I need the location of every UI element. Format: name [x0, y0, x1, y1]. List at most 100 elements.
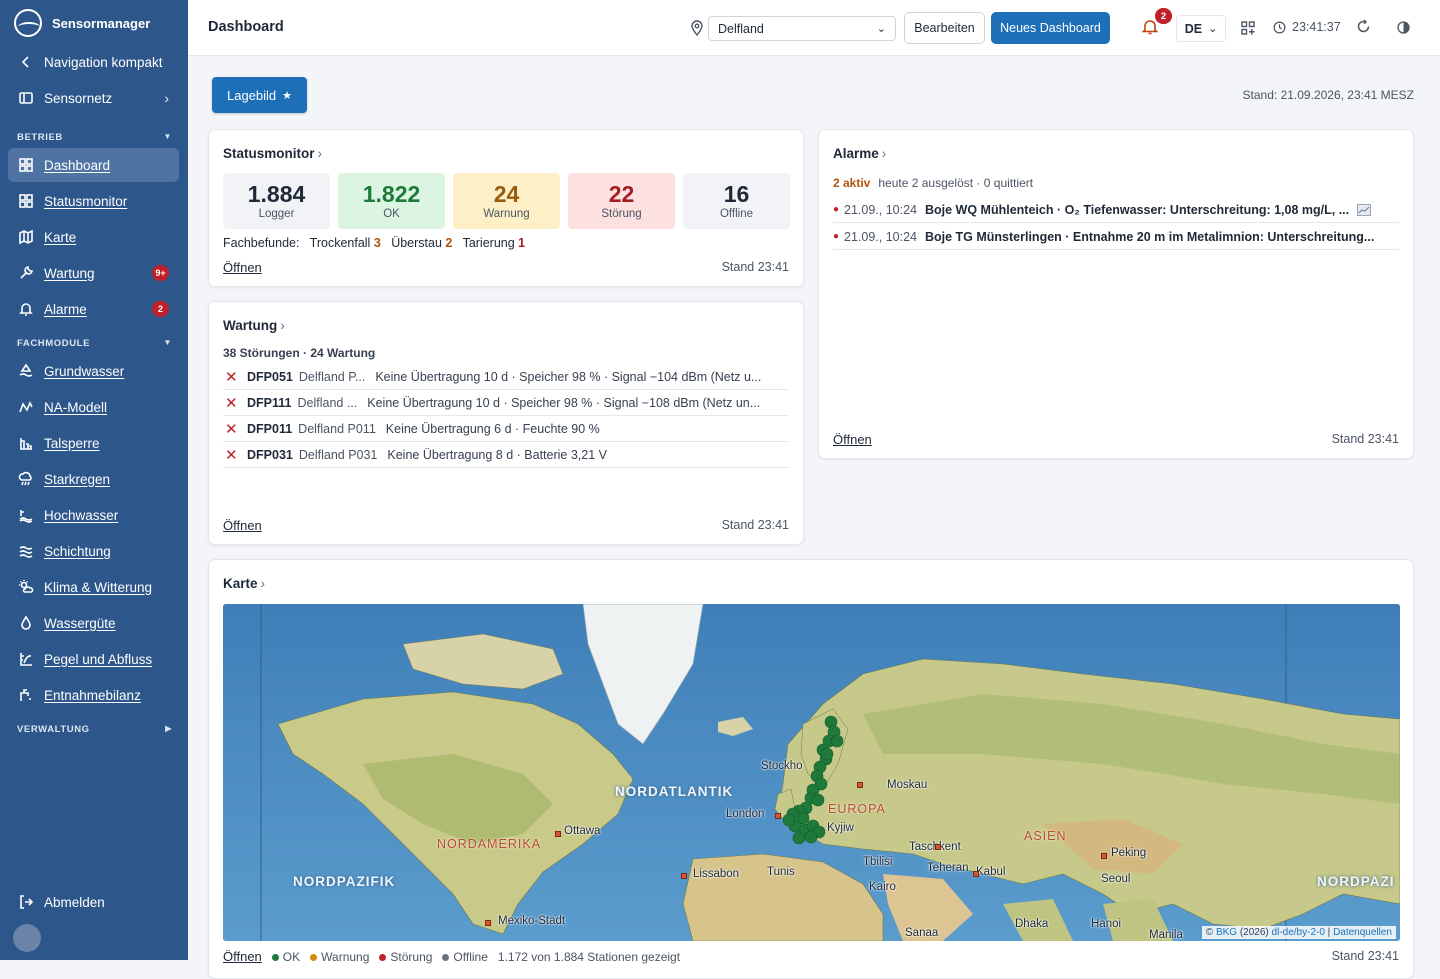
wartung-row[interactable]: ✕ DFP031 Delfland P031 Keine Übertragung 8 …: [223, 442, 789, 468]
sidebar-item-na-modell[interactable]: NA-Modell: [8, 390, 179, 424]
sidebar-item-label: Wassergüte: [44, 615, 116, 631]
kpi-value: 16: [723, 181, 750, 207]
sidebar-item-hochwasser[interactable]: Hochwasser: [8, 498, 179, 532]
language-value: DE: [1184, 21, 1203, 36]
legend-dot: [379, 953, 387, 961]
alarm-dot-icon: ●: [833, 231, 840, 242]
kpi-stoerung[interactable]: 22 Störung: [568, 173, 675, 229]
error-x-icon: ✕: [225, 394, 238, 412]
map-label-asien: ASIEN: [1024, 829, 1067, 843]
sidebar-item-dashboard[interactable]: Dashboard: [8, 148, 179, 182]
city-tunis: Tunis: [767, 866, 795, 878]
alarm-row[interactable]: ● 21.09., 10:24 Boje TG Münsterlingen · En…: [833, 224, 1399, 250]
error-x-icon: ✕: [225, 446, 238, 464]
contrast-toggle-icon[interactable]: [1397, 21, 1410, 34]
refresh-icon[interactable]: [1356, 19, 1371, 34]
brand[interactable]: Sensormanager: [14, 8, 150, 38]
nav-compact-toggle[interactable]: Navigation kompakt: [8, 45, 179, 79]
alarm-row[interactable]: ● 21.09., 10:24 Boje WQ Mühlenteich · O₂ T…: [833, 197, 1399, 223]
sidebar-item-pegel[interactable]: Pegel und Abfluss: [8, 642, 179, 676]
sidebar-item-wartung[interactable]: Wartung 9+: [8, 256, 179, 290]
card-title[interactable]: Karte ›: [223, 576, 265, 591]
sidebar-item-klima[interactable]: Klima & Witterung: [8, 570, 179, 604]
wartung-row[interactable]: ✕ DFP011 Delfland P011 Keine Übertragung 6 …: [223, 416, 789, 442]
open-link[interactable]: Öffnen: [833, 432, 872, 447]
section-fachmodule[interactable]: FACHMODULE ▼: [17, 338, 172, 349]
tab-label: Lagebild: [226, 87, 277, 103]
new-dashboard-button[interactable]: Neues Dashboard: [991, 12, 1110, 44]
avatar[interactable]: [13, 924, 41, 952]
attribution-separator: |: [1324, 927, 1334, 938]
map-view[interactable]: NORDATLANTIK NORDPAZIFIK NORDPAZI NORDAM…: [223, 604, 1400, 941]
legend-dot: [442, 953, 450, 961]
fachbefund-count: 1: [518, 236, 526, 250]
sidebar-item-alarme[interactable]: Alarme 2: [8, 292, 179, 326]
legend-stoerung: Störung: [379, 950, 432, 964]
logout-button[interactable]: Abmelden: [8, 885, 179, 919]
open-link[interactable]: Öffnen: [223, 260, 262, 275]
sidebar-item-sensornetz[interactable]: Sensornetz ›: [8, 81, 179, 115]
sidebar-item-starkregen[interactable]: Starkregen: [8, 462, 179, 496]
alarm-description: Boje TG Münsterlingen · Entnahme 20 m im…: [924, 229, 1375, 244]
chart-icon[interactable]: [1357, 203, 1372, 216]
card-title[interactable]: Wartung ›: [223, 318, 285, 333]
card-title[interactable]: Statusmonitor ›: [223, 146, 322, 161]
language-select[interactable]: DE ⌄: [1176, 15, 1226, 42]
kpi-label: Warnung: [483, 208, 530, 220]
map-label-nordatlantik: NORDATLANTIK: [615, 784, 734, 799]
city-marker: [857, 782, 863, 788]
station-issue: Keine Übertragung 8 d · Batterie 3,21 V: [387, 447, 607, 462]
kpi-ok[interactable]: 1.822 OK: [338, 173, 445, 229]
sidebar-item-statusmonitor[interactable]: Statusmonitor: [8, 184, 179, 218]
city-marker: [681, 873, 687, 879]
location-select[interactable]: Delfland ⌄: [708, 16, 896, 41]
card-title[interactable]: Alarme ›: [833, 146, 886, 161]
city-marker: [935, 844, 941, 850]
sidebar-item-grundwasser[interactable]: Grundwasser: [8, 354, 179, 388]
karte-card: Karte › NORDATLANTIK NORDPAZIFIK NORDPAZ…: [208, 559, 1414, 979]
city-marker: [555, 831, 561, 837]
wartung-row[interactable]: ✕ DFP111 Delfland ... Keine Übertragung 10 …: [223, 390, 789, 416]
dashboard-grid-icon: [18, 157, 34, 173]
section-betrieb[interactable]: BETRIEB ▼: [17, 132, 172, 143]
kpi-label: OK: [383, 208, 400, 220]
sidebar-item-talsperre[interactable]: Talsperre: [8, 426, 179, 460]
sidebar-item-entnahmebilanz[interactable]: Entnahmebilanz: [8, 678, 179, 712]
sidebar-item-wasserguete[interactable]: Wassergüte: [8, 606, 179, 640]
wartung-card: Wartung › 38 Störungen · 24 Wartung ✕ DFP0…: [208, 301, 804, 545]
legend-label: Offline: [453, 949, 488, 964]
tab-lagebild[interactable]: Lagebild ★: [212, 77, 307, 113]
kpi-offline[interactable]: 16 Offline: [683, 173, 790, 229]
legend-label: Warnung: [321, 949, 370, 964]
attribution-license-link[interactable]: dl-de/by-2-0: [1272, 927, 1325, 938]
city-moskau: Moskau: [887, 779, 928, 791]
attribution-sources-link[interactable]: Datenquellen: [1333, 927, 1392, 938]
map-legend: Öffnen OK Warnung Störung Offline 1.172 …: [223, 949, 680, 964]
wartung-row[interactable]: ✕ DFP051 Delfland P... Keine Übertragung 10…: [223, 364, 789, 390]
nav-compact-label: Navigation kompakt: [44, 54, 163, 70]
error-x-icon: ✕: [225, 368, 238, 386]
sidebar-item-schichtung[interactable]: Schichtung: [8, 534, 179, 568]
open-link[interactable]: Öffnen: [223, 518, 262, 533]
attribution-bkg-link[interactable]: BKG: [1216, 927, 1237, 938]
grid-icon: [18, 193, 34, 209]
kpi-row: 1.884 Logger 1.822 OK 24 Warnung 22 Störung …: [223, 173, 790, 229]
sidebar-item-label: Schichtung: [44, 543, 111, 559]
kpi-logger[interactable]: 1.884 Logger: [223, 173, 330, 229]
chevron-down-icon: ⌄: [1208, 23, 1218, 35]
edit-button[interactable]: Bearbeiten: [904, 12, 985, 44]
open-link[interactable]: Öffnen: [223, 949, 262, 964]
section-verwaltung[interactable]: VERWALTUNG ▶: [17, 724, 172, 735]
station-issue: Keine Übertragung 10 d · Speicher 98 % ·…: [367, 395, 761, 410]
kpi-label: Logger: [258, 208, 295, 220]
station-id: DFP051: [247, 369, 293, 384]
clock-time: 23:41:37: [1292, 20, 1341, 34]
city-marker: [775, 813, 781, 819]
sidebar-item-label: Wartung: [44, 265, 95, 281]
city-teheran: Teheran: [927, 862, 969, 874]
widgets-icon[interactable]: [1241, 21, 1255, 35]
sidebar-item-karte[interactable]: Karte: [8, 220, 179, 254]
map-label-nordamerika: NORDAMERIKA: [437, 837, 542, 851]
kpi-warnung[interactable]: 24 Warnung: [453, 173, 560, 229]
drop-icon: [18, 615, 34, 631]
